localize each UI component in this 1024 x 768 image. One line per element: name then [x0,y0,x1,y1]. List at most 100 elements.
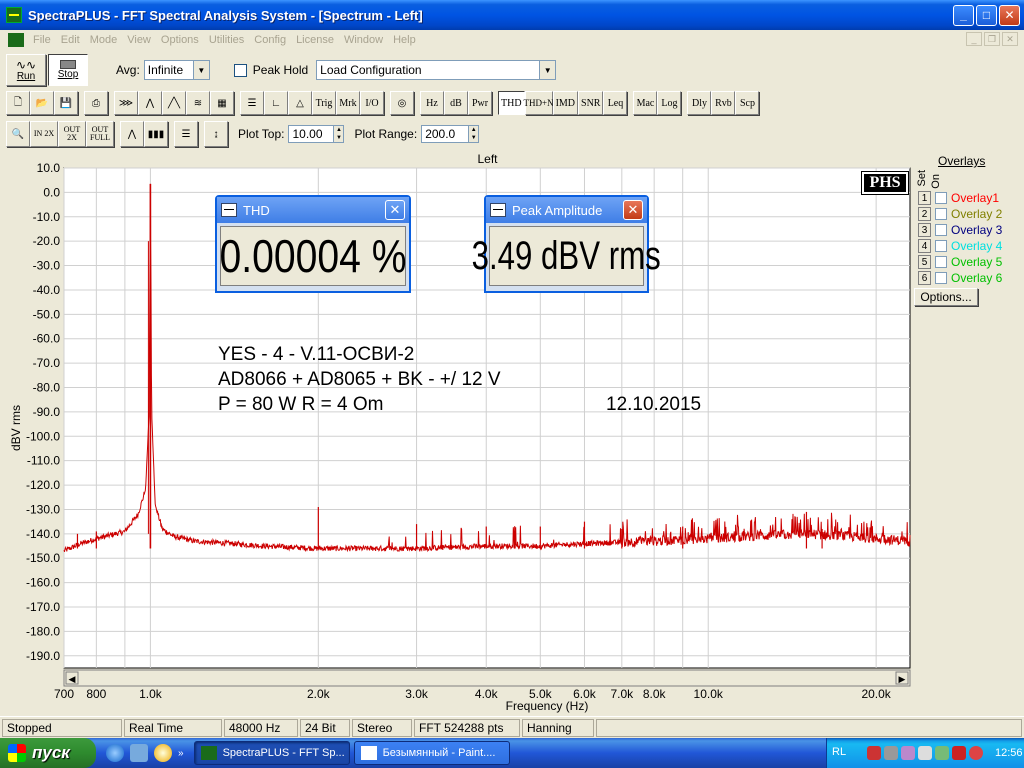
close-icon[interactable]: ✕ [623,200,643,220]
thdn-button[interactable]: THD+N [524,91,554,115]
maximize-button[interactable]: □ [976,4,997,26]
explorer-icon[interactable] [130,744,148,762]
plot-range-input[interactable]: 200.0 ▲ ▼ [421,125,480,143]
minimize-button[interactable]: _ [953,4,974,26]
overlay-on-checkbox[interactable] [935,272,947,284]
snr-button[interactable]: SNR [578,91,604,115]
open-folder-icon[interactable]: 📂 [30,91,54,115]
mac-button[interactable]: Mac [633,91,658,115]
peak-line-icon[interactable]: ⋀ [120,121,144,147]
pwr-button[interactable]: Pwr [468,91,492,115]
title-bar[interactable]: SpectraPLUS - FFT Spectral Analysis Syst… [0,0,1024,30]
config-select[interactable]: Load Configuration ▼ [316,60,557,80]
scp-button[interactable]: Scp [735,91,760,115]
plot-settings-icon[interactable]: ☰ [174,121,198,147]
task-spectraplus[interactable]: SpectraPLUS - FFT Sp... [193,741,350,765]
io-button[interactable]: I/O [360,91,384,115]
menu-edit[interactable]: Edit [56,34,85,46]
bar-graph-icon[interactable]: ▮▮▮ [144,121,168,147]
dly-button[interactable]: Dly [687,91,712,115]
auto-scale-icon[interactable]: ↨ [204,121,228,147]
run-button[interactable]: ∿∿ Run [6,54,46,86]
sine-icon[interactable]: ◎ [390,91,414,115]
mdi-minimize-button[interactable]: _ [966,32,982,46]
overlay-set-button[interactable]: 6 [918,271,931,285]
mdi-child-icon[interactable] [8,33,24,47]
menu-config[interactable]: Config [249,34,291,46]
chevron-down-icon[interactable]: ▼ [192,61,209,79]
arrow-icon[interactable] [969,746,983,760]
audio-device-icon[interactable] [901,746,915,760]
menu-window[interactable]: Window [339,34,388,46]
axis-scale-icon[interactable]: ∟ [264,91,288,115]
imd-button[interactable]: IMD [552,91,579,115]
overlay-set-button[interactable]: 3 [918,223,931,237]
sawtooth-icon[interactable]: ╱╲ [162,91,186,115]
menu-file[interactable]: File [28,34,56,46]
zoom-out-2x-button[interactable]: OUT 2X [58,121,86,147]
volume-icon[interactable] [918,746,932,760]
thd-button[interactable]: THD [498,91,525,115]
zoom-full-button[interactable]: OUT FULL [86,121,114,147]
close-icon[interactable]: ✕ [385,200,405,220]
hz-button[interactable]: Hz [420,91,444,115]
clock[interactable]: 12:56 [995,747,1023,759]
mrk-button[interactable]: Mrk [336,91,360,115]
trig-button[interactable]: Trig [312,91,336,115]
stop-button[interactable]: Stop [48,54,88,86]
waterfall-icon[interactable]: ≋ [186,91,210,115]
save-icon[interactable]: 💾 [54,91,78,115]
peak-hold-checkbox[interactable] [233,63,247,77]
update-icon[interactable] [935,746,949,760]
start-button[interactable]: пуск [0,738,96,768]
app-icon[interactable] [6,7,22,23]
mdi-restore-button[interactable]: ❐ [984,32,1000,46]
task-paint[interactable]: Безымянный - Paint.... [353,741,510,765]
overlay-on-checkbox[interactable] [935,256,947,268]
peak-meter-window[interactable]: Peak Amplitude ✕ 3.49 dBV rms [472,195,661,293]
chevron-down-icon[interactable]: ▼ [539,61,556,79]
zoom-in-2x-button[interactable]: IN 2X [30,121,58,147]
plot-top-input[interactable]: 10.00 ▲ ▼ [288,125,345,143]
menu-utilities[interactable]: Utilities [204,34,249,46]
overlay-set-button[interactable]: 1 [918,191,931,205]
avg-select[interactable]: Infinite ▼ [143,60,210,80]
magnifier-icon[interactable]: 🔍 [6,121,30,147]
overlay-on-checkbox[interactable] [935,240,947,252]
menu-help[interactable]: Help [388,34,421,46]
rvb-button[interactable]: Rvb [711,91,736,115]
overlay-set-button[interactable]: 2 [918,207,931,221]
thd-meter-titlebar[interactable]: THD ✕ [217,197,409,223]
overlay-on-checkbox[interactable] [935,192,947,204]
overlay-on-checkbox[interactable] [935,224,947,236]
menu-view[interactable]: View [122,34,156,46]
thd-meter-window[interactable]: THD ✕ 0.00004 % [215,195,411,293]
calibration-icon[interactable]: △ [288,91,312,115]
spectrum-mode-icon[interactable]: ⋀ [138,91,162,115]
signal-generator-icon[interactable]: ⋙ [114,91,138,115]
overlay-on-checkbox[interactable] [935,208,947,220]
menu-license[interactable]: License [291,34,339,46]
new-file-icon[interactable]: 🗋 [6,91,30,115]
log-button[interactable]: Log [657,91,682,115]
language-indicator[interactable]: RL [832,746,846,758]
spin-arrows-icon[interactable]: ▲ ▼ [333,126,344,142]
ie-icon[interactable] [106,744,124,762]
antivirus-icon[interactable] [952,746,966,760]
overlay-set-button[interactable]: 5 [918,255,931,269]
close-button[interactable]: ✕ [999,4,1020,26]
print-icon[interactable]: ⎙ [84,91,108,115]
spin-arrows-icon[interactable]: ▲ ▼ [468,126,479,142]
overlay-set-button[interactable]: 4 [918,239,931,253]
settings-panel-icon[interactable]: ☰ [240,91,264,115]
mdi-close-button[interactable]: ✕ [1002,32,1018,46]
email-icon[interactable] [154,744,172,762]
peak-meter-titlebar[interactable]: Peak Amplitude ✕ [486,197,647,223]
security-icon[interactable] [884,746,898,760]
db-button[interactable]: dB [444,91,468,115]
leq-button[interactable]: Leq [603,91,628,115]
quicklaunch-more-icon[interactable]: » [178,748,184,759]
overlay-options-button[interactable]: Options... [914,288,978,306]
menu-options[interactable]: Options [156,34,204,46]
network-icon[interactable] [867,746,881,760]
